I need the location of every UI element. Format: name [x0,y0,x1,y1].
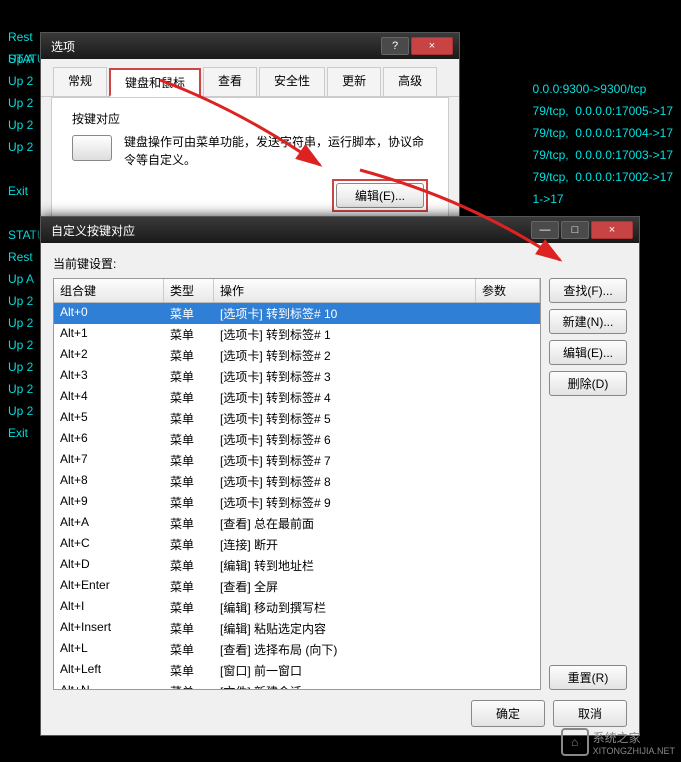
table-row[interactable]: Alt+D菜单[编辑] 转到地址栏 [54,555,540,576]
side-buttons: 查找(F)... 新建(N)... 编辑(E)... 删除(D) 重置(R) [549,278,627,690]
tab-1[interactable]: 键盘和鼠标 [109,68,201,97]
current-keys-label: 当前键设置: [53,255,627,272]
key-mapping-desc: 键盘操作可由菜单功能，发送字符串，运行脚本，协议命令等自定义。 [124,133,428,169]
tab-4[interactable]: 更新 [327,67,381,96]
col-combo[interactable]: 组合键 [54,279,164,302]
keyboard-icon [72,135,112,161]
close-button[interactable]: × [411,37,453,55]
watermark: ⌂ 系统之家 XITONGZHIJIA.NET [561,728,675,756]
table-row[interactable]: Alt+I菜单[编辑] 移动到撰写栏 [54,597,540,618]
keymap-titlebar[interactable]: 自定义按键对应 — □ × [41,217,639,243]
key-mapping-group-title: 按键对应 [72,110,428,127]
list-header[interactable]: 组合键 类型 操作 参数 [54,279,540,303]
table-row[interactable]: Alt+L菜单[查看] 选择布局 (向下) [54,639,540,660]
table-row[interactable]: Alt+C菜单[连接] 断开 [54,534,540,555]
options-tabs: 常规键盘和鼠标查看安全性更新高级 [41,59,459,97]
col-action[interactable]: 操作 [214,279,476,302]
watermark-logo-icon: ⌂ [561,728,589,756]
keymap-list[interactable]: 组合键 类型 操作 参数 Alt+0菜单[选项卡] 转到标签# 10 Alt+1… [53,278,541,690]
options-title: 选项 [47,38,379,55]
tab-0[interactable]: 常规 [53,67,107,96]
tab-3[interactable]: 安全性 [259,67,325,96]
keymap-dialog: 自定义按键对应 — □ × 当前键设置: 组合键 类型 操作 参数 Alt+0菜… [40,216,640,736]
new-button[interactable]: 新建(N)... [549,309,627,334]
table-row[interactable]: Alt+N菜单[文件] 新建会话 [54,681,540,689]
reset-button[interactable]: 重置(R) [549,665,627,690]
dialog-footer: 确定 取消 [53,690,627,727]
tab-2[interactable]: 查看 [203,67,257,96]
table-row[interactable]: Alt+A菜单[查看] 总在最前面 [54,513,540,534]
table-row[interactable]: Alt+3菜单[选项卡] 转到标签# 3 [54,366,540,387]
table-row[interactable]: Alt+7菜单[选项卡] 转到标签# 7 [54,450,540,471]
table-row[interactable]: Alt+Left菜单[窗口] 前一窗口 [54,660,540,681]
table-row[interactable]: Alt+Enter菜单[查看] 全屏 [54,576,540,597]
maximize-button[interactable]: □ [561,221,589,239]
table-row[interactable]: Alt+0菜单[选项卡] 转到标签# 10 [54,303,540,324]
delete-button[interactable]: 删除(D) [549,371,627,396]
table-row[interactable]: Alt+6菜单[选项卡] 转到标签# 6 [54,429,540,450]
table-row[interactable]: Alt+2菜单[选项卡] 转到标签# 2 [54,345,540,366]
col-param[interactable]: 参数 [476,279,540,302]
table-row[interactable]: Alt+4菜单[选项卡] 转到标签# 4 [54,387,540,408]
options-titlebar[interactable]: 选项 ? × [41,33,459,59]
close-button[interactable]: × [591,221,633,239]
edit-button[interactable]: 编辑(E)... [336,183,424,208]
minimize-button[interactable]: — [531,221,559,239]
table-row[interactable]: Alt+Insert菜单[编辑] 粘贴选定内容 [54,618,540,639]
col-type[interactable]: 类型 [164,279,214,302]
help-button[interactable]: ? [381,37,409,55]
edit-button-highlight: 编辑(E)... [332,179,428,212]
cancel-button[interactable]: 取消 [553,700,627,727]
table-row[interactable]: Alt+1菜单[选项卡] 转到标签# 1 [54,324,540,345]
table-row[interactable]: Alt+5菜单[选项卡] 转到标签# 5 [54,408,540,429]
keymap-title: 自定义按键对应 [47,222,529,239]
find-button[interactable]: 查找(F)... [549,278,627,303]
tab-5[interactable]: 高级 [383,67,437,96]
edit-button-2[interactable]: 编辑(E)... [549,340,627,365]
ok-button[interactable]: 确定 [471,700,545,727]
table-row[interactable]: Alt+9菜单[选项卡] 转到标签# 9 [54,492,540,513]
table-row[interactable]: Alt+8菜单[选项卡] 转到标签# 8 [54,471,540,492]
list-rows[interactable]: Alt+0菜单[选项卡] 转到标签# 10 Alt+1菜单[选项卡] 转到标签#… [54,303,540,689]
